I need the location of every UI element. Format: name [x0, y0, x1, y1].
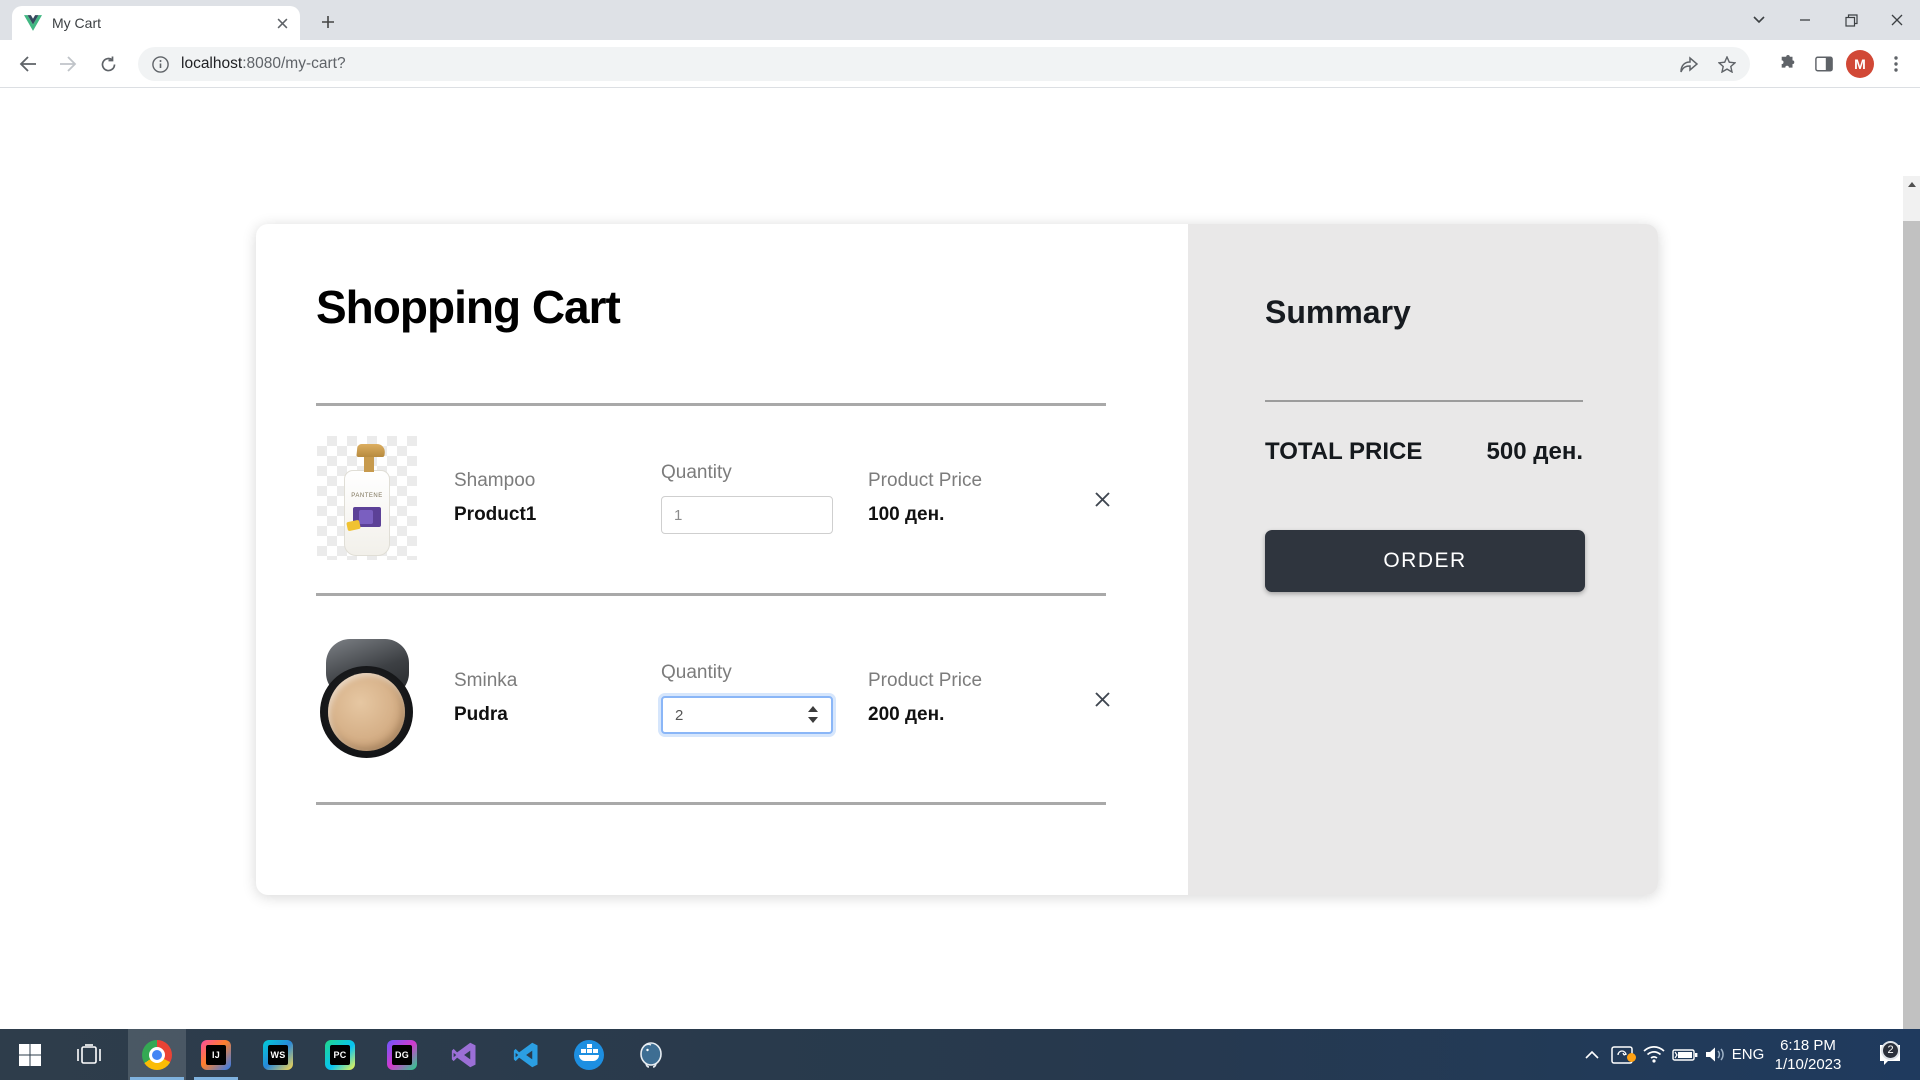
- taskbar-intellij-icon[interactable]: IJ: [192, 1029, 240, 1080]
- taskbar-datagrip-icon[interactable]: DG: [378, 1029, 426, 1080]
- window-close-button[interactable]: [1874, 0, 1920, 40]
- tray-volume-icon[interactable]: [1700, 1029, 1732, 1080]
- taskbar-vscode-icon[interactable]: [503, 1029, 551, 1080]
- remove-item-button-1[interactable]: [1089, 486, 1115, 512]
- windows-taskbar: IJ WS PC DG: [0, 1029, 1920, 1080]
- quantity-input-1[interactable]: [661, 496, 833, 534]
- remove-item-button-2[interactable]: [1089, 686, 1115, 712]
- compact-base-shape: [320, 666, 413, 758]
- tab-search-chevron-icon[interactable]: [1736, 0, 1782, 40]
- address-bar[interactable]: localhost:8080/my-cart?: [138, 47, 1750, 81]
- price-value: 100 ден.: [868, 504, 944, 526]
- quantity-label: Quantity: [661, 462, 732, 484]
- tray-show-hidden-chevron[interactable]: [1578, 1029, 1606, 1080]
- total-price-label: TOTAL PRICE: [1265, 438, 1422, 466]
- tray-display-sync-icon[interactable]: [1606, 1029, 1638, 1080]
- tray-clock[interactable]: 6:18 PM 1/10/2023: [1762, 1029, 1854, 1080]
- item-product: Pudra: [454, 704, 508, 726]
- taskbar-pycharm-icon[interactable]: PC: [316, 1029, 364, 1080]
- bookmark-star-icon[interactable]: [1718, 56, 1736, 73]
- task-view-button[interactable]: [65, 1029, 113, 1080]
- site-info-icon[interactable]: [152, 56, 169, 73]
- notification-count-badge: 2: [1881, 1041, 1900, 1060]
- side-panel-icon[interactable]: [1806, 46, 1842, 82]
- divider: [316, 593, 1106, 596]
- screen: My Cart: [0, 0, 1920, 1080]
- price-label: Product Price: [868, 670, 982, 692]
- url-path: :8080/my-cart?: [242, 55, 345, 72]
- new-tab-button[interactable]: [314, 8, 342, 36]
- vue-favicon-icon: [24, 15, 42, 31]
- taskbar-docker-icon[interactable]: [565, 1029, 613, 1080]
- total-price-value: 500 ден.: [1487, 438, 1583, 466]
- clock-time: 6:18 PM: [1780, 1036, 1836, 1055]
- clock-date: 1/10/2023: [1775, 1055, 1842, 1074]
- page-scrollbar[interactable]: [1903, 176, 1920, 1080]
- url-host: localhost: [181, 55, 242, 72]
- shampoo-bottle-shape: PANTENE: [344, 470, 390, 556]
- browser-toolbar: localhost:8080/my-cart? M: [0, 40, 1920, 88]
- product-image-shampoo: PANTENE: [317, 436, 417, 560]
- quantity-label: Quantity: [661, 662, 732, 684]
- taskbar-visual-studio-icon[interactable]: [441, 1029, 489, 1080]
- quantity-stepper[interactable]: [808, 706, 818, 723]
- shopping-cart-card: Summary TOTAL PRICE 500 ден. ORDER Shopp…: [256, 224, 1658, 895]
- stepper-up-icon[interactable]: [808, 706, 818, 712]
- scrollbar-up-arrow[interactable]: [1903, 176, 1920, 193]
- divider: [316, 802, 1106, 805]
- extensions-puzzle-icon[interactable]: [1770, 46, 1806, 82]
- back-button[interactable]: [10, 46, 46, 82]
- summary-divider: [1265, 400, 1583, 402]
- share-icon[interactable]: [1680, 56, 1698, 73]
- summary-title: Summary: [1265, 294, 1411, 331]
- start-button[interactable]: [6, 1029, 54, 1080]
- stepper-down-icon[interactable]: [808, 717, 818, 723]
- browser-tab-my-cart[interactable]: My Cart: [12, 6, 300, 40]
- taskbar-chrome-icon[interactable]: [128, 1029, 186, 1080]
- product-image-pudra: [317, 636, 417, 760]
- browser-menu-icon[interactable]: [1878, 46, 1914, 82]
- notification-dot: [1627, 1053, 1636, 1062]
- scrollbar-thumb[interactable]: [1903, 221, 1920, 1079]
- tray-language-indicator[interactable]: ENG: [1730, 1029, 1766, 1080]
- price-label: Product Price: [868, 470, 982, 492]
- tray-wifi-icon[interactable]: [1638, 1029, 1670, 1080]
- item-name: Sminka: [454, 670, 517, 692]
- item-name: Shampoo: [454, 470, 535, 492]
- taskbar-postgresql-icon[interactable]: [627, 1029, 675, 1080]
- reload-button[interactable]: [90, 46, 126, 82]
- window-restore-button[interactable]: [1828, 0, 1874, 40]
- profile-avatar[interactable]: M: [1842, 46, 1878, 82]
- price-value: 200 ден.: [868, 704, 944, 726]
- page-content: Summary TOTAL PRICE 500 ден. ORDER Shopp…: [0, 88, 1920, 1029]
- taskbar-webstorm-icon[interactable]: WS: [254, 1029, 302, 1080]
- tray-battery-icon[interactable]: [1668, 1029, 1702, 1080]
- order-button[interactable]: ORDER: [1265, 530, 1585, 592]
- tab-close-icon[interactable]: [272, 13, 292, 33]
- page-title: Shopping Cart: [316, 280, 620, 334]
- summary-panel: Summary TOTAL PRICE 500 ден. ORDER: [1188, 224, 1658, 895]
- divider: [316, 403, 1106, 406]
- url-text: localhost:8080/my-cart?: [181, 55, 346, 73]
- window-minimize-button[interactable]: [1782, 0, 1828, 40]
- tab-title: My Cart: [52, 15, 272, 31]
- browser-tab-strip: My Cart: [0, 0, 1920, 40]
- action-center-button[interactable]: 2: [1866, 1029, 1914, 1080]
- item-product: Product1: [454, 504, 536, 526]
- forward-button[interactable]: [50, 46, 86, 82]
